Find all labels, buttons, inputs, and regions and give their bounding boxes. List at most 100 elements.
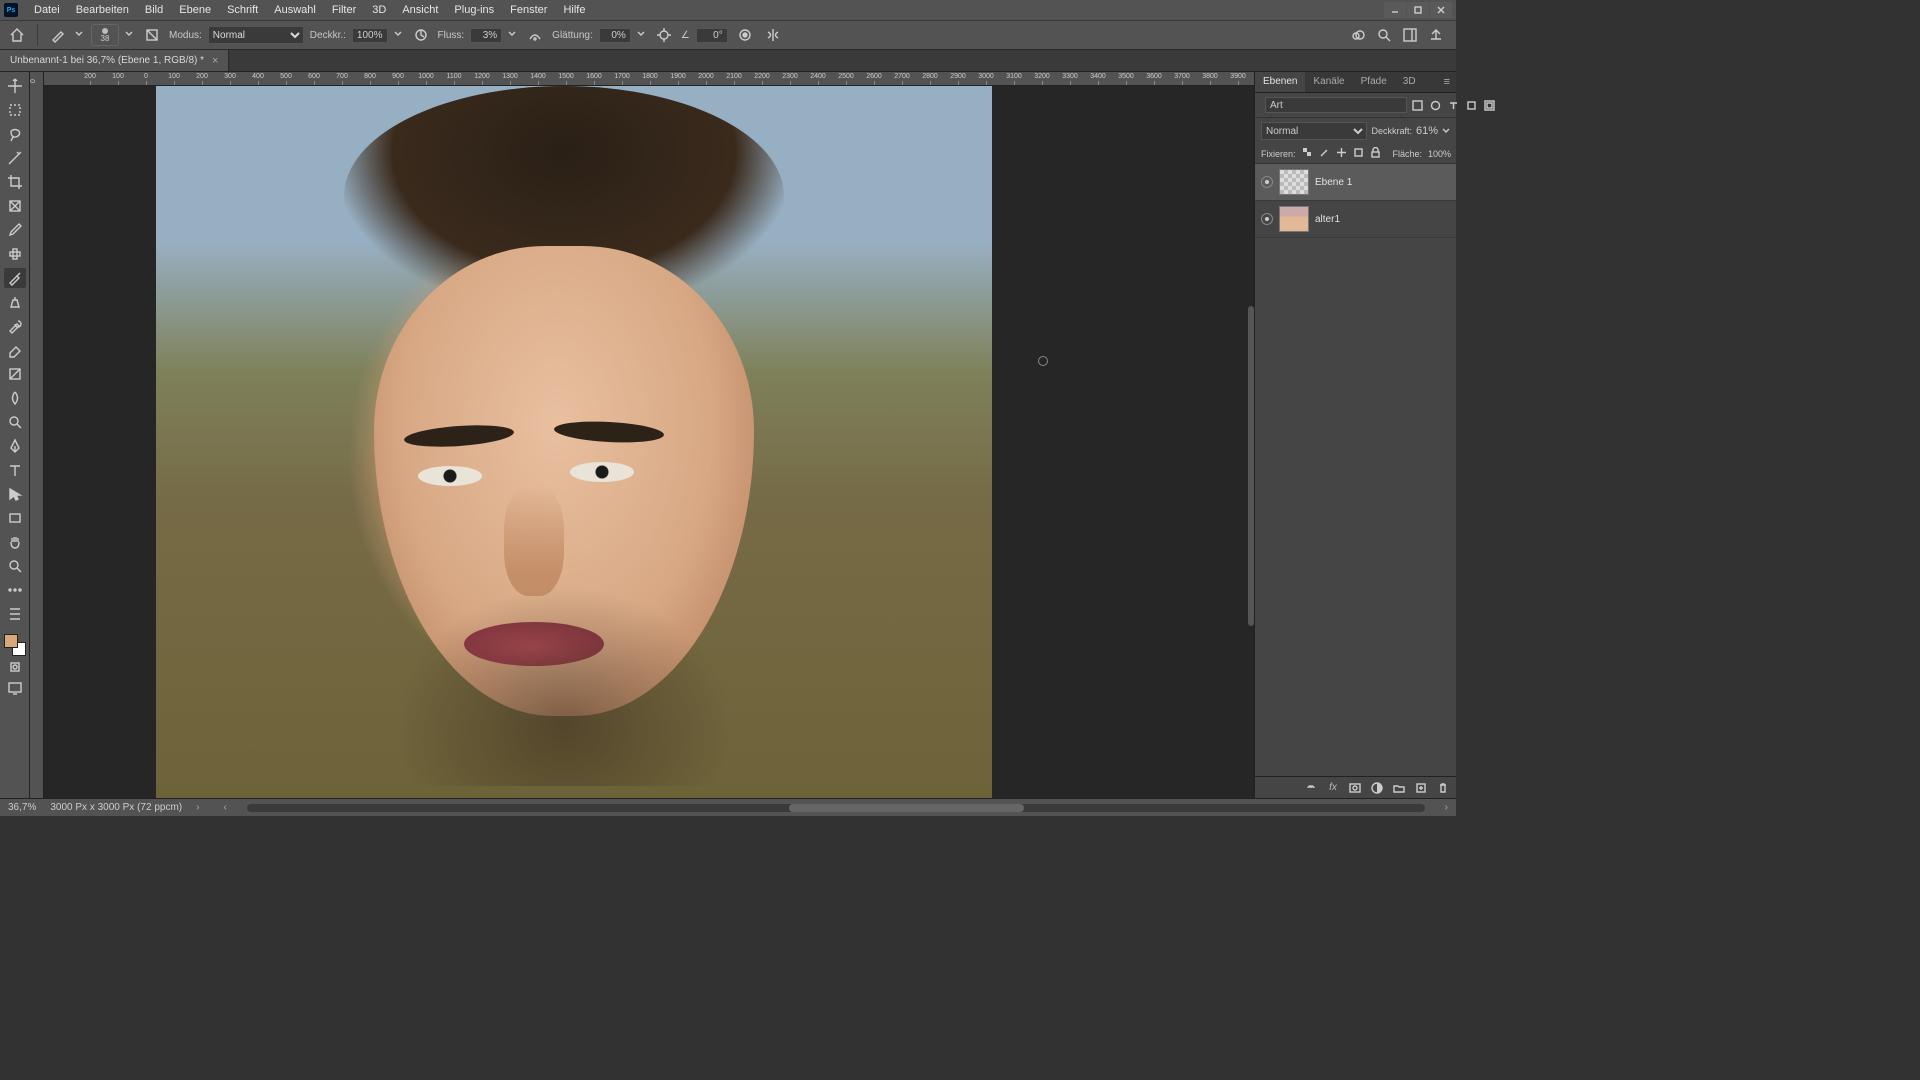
tab-layers[interactable]: Ebenen xyxy=(1255,72,1305,92)
layer-thumbnail[interactable] xyxy=(1279,169,1309,195)
airbrush-icon[interactable] xyxy=(524,24,546,46)
move-tool[interactable] xyxy=(4,76,26,96)
menu-image[interactable]: Bild xyxy=(137,2,171,18)
layer-row[interactable]: alter1 xyxy=(1255,201,1456,238)
layer-mask-icon[interactable] xyxy=(1348,781,1362,795)
smoothing-value[interactable]: 0% xyxy=(599,28,631,43)
menu-filter[interactable]: Filter xyxy=(324,2,364,18)
gradient-tool[interactable] xyxy=(4,364,26,384)
group-icon[interactable] xyxy=(1392,781,1406,795)
lock-all-icon[interactable] xyxy=(1370,147,1381,160)
close-icon[interactable]: × xyxy=(212,55,218,67)
healing-brush-tool[interactable] xyxy=(4,244,26,264)
pen-tool[interactable] xyxy=(4,436,26,456)
chevron-down-icon[interactable] xyxy=(637,30,647,40)
opacity-value[interactable]: 100% xyxy=(352,28,388,43)
lasso-tool[interactable] xyxy=(4,124,26,144)
chevron-left-icon[interactable]: ‹ xyxy=(223,802,226,813)
tab-paths[interactable]: Pfade xyxy=(1353,72,1395,92)
canvas[interactable] xyxy=(44,86,1254,798)
panel-menu-icon[interactable]: ≡ xyxy=(1438,72,1456,92)
chevron-down-icon[interactable] xyxy=(1442,127,1450,135)
document-tab[interactable]: Unbenannt-1 bei 36,7% (Ebene 1, RGB/8) *… xyxy=(0,50,229,71)
chevron-down-icon[interactable] xyxy=(75,30,85,40)
vertical-scrollbar[interactable] xyxy=(1248,306,1254,626)
history-brush-tool[interactable] xyxy=(4,316,26,336)
smoothing-options-icon[interactable] xyxy=(653,24,675,46)
filter-adjust-icon[interactable] xyxy=(1429,99,1441,111)
tab-3d[interactable]: 3D xyxy=(1395,72,1424,92)
vertical-ruler[interactable]: 0 xyxy=(30,72,44,798)
layer-opacity-value[interactable]: 61% xyxy=(1416,125,1438,137)
eyedropper-tool[interactable] xyxy=(4,220,26,240)
chevron-down-icon[interactable] xyxy=(125,30,135,40)
brush-tool[interactable] xyxy=(4,268,26,288)
share-icon[interactable] xyxy=(1428,27,1444,43)
chevron-right-icon[interactable]: › xyxy=(1445,802,1448,813)
fill-value[interactable]: 100% xyxy=(1428,149,1451,159)
frame-tool[interactable] xyxy=(4,196,26,216)
minimize-button[interactable] xyxy=(1384,2,1406,18)
foreground-color-swatch[interactable] xyxy=(4,634,18,648)
lock-pixels-icon[interactable] xyxy=(1319,147,1330,160)
search-icon[interactable] xyxy=(1376,27,1392,43)
menu-view[interactable]: Ansicht xyxy=(394,2,446,18)
horizontal-scrollbar[interactable] xyxy=(247,804,1425,812)
adjustment-layer-icon[interactable] xyxy=(1370,781,1384,795)
home-icon[interactable] xyxy=(6,24,28,46)
marquee-tool[interactable] xyxy=(4,100,26,120)
chevron-down-icon[interactable] xyxy=(508,30,518,40)
tab-channels[interactable]: Kanäle xyxy=(1305,72,1352,92)
menu-plugins[interactable]: Plug-ins xyxy=(446,2,502,18)
lock-position-icon[interactable] xyxy=(1336,147,1347,160)
menu-help[interactable]: Hilfe xyxy=(555,2,593,18)
horizontal-ruler[interactable]: 2001000100200300400500600700800900100011… xyxy=(44,72,1254,86)
menu-select[interactable]: Auswahl xyxy=(266,2,324,18)
edit-toolbar-icon[interactable] xyxy=(4,604,26,624)
quickmask-icon[interactable] xyxy=(9,660,20,674)
workspace-icon[interactable] xyxy=(1402,27,1418,43)
menu-type[interactable]: Schrift xyxy=(219,2,266,18)
dodge-tool[interactable] xyxy=(4,412,26,432)
screen-mode-icon[interactable] xyxy=(4,678,26,698)
layer-blend-select[interactable]: Normal xyxy=(1261,122,1367,140)
layer-row[interactable]: Ebene 1 xyxy=(1255,164,1456,201)
visibility-toggle-icon[interactable] xyxy=(1261,176,1273,188)
layer-fx-icon[interactable]: fx xyxy=(1326,781,1340,795)
menu-window[interactable]: Fenster xyxy=(502,2,555,18)
document-dimensions[interactable]: 3000 Px x 3000 Px (72 ppcm) xyxy=(50,802,182,813)
zoom-tool[interactable] xyxy=(4,556,26,576)
menu-edit[interactable]: Bearbeiten xyxy=(68,2,137,18)
menu-layer[interactable]: Ebene xyxy=(171,2,219,18)
more-tools-icon[interactable] xyxy=(4,580,26,600)
brush-settings-icon[interactable] xyxy=(141,24,163,46)
close-button[interactable] xyxy=(1430,2,1452,18)
layer-filter-input[interactable] xyxy=(1265,97,1407,113)
layer-name[interactable]: Ebene 1 xyxy=(1315,177,1352,188)
hand-tool[interactable] xyxy=(4,532,26,552)
brush-preset-picker[interactable]: 38 xyxy=(91,24,119,46)
menu-file[interactable]: Datei xyxy=(26,2,68,18)
lock-transparency-icon[interactable] xyxy=(1302,147,1313,160)
filter-smart-icon[interactable] xyxy=(1483,99,1495,111)
filter-pixel-icon[interactable] xyxy=(1411,99,1423,111)
color-swatches[interactable] xyxy=(4,634,26,656)
layer-name[interactable]: alter1 xyxy=(1315,214,1340,225)
path-selection-tool[interactable] xyxy=(4,484,26,504)
clone-stamp-tool[interactable] xyxy=(4,292,26,312)
cloud-docs-icon[interactable] xyxy=(1350,27,1366,43)
new-layer-icon[interactable] xyxy=(1414,781,1428,795)
scrollbar-thumb[interactable] xyxy=(789,804,1025,812)
blend-mode-select[interactable]: Normal xyxy=(208,26,304,44)
layer-thumbnail[interactable] xyxy=(1279,206,1309,232)
eraser-tool[interactable] xyxy=(4,340,26,360)
menu-3d[interactable]: 3D xyxy=(364,2,394,18)
pressure-opacity-icon[interactable] xyxy=(410,24,432,46)
crop-tool[interactable] xyxy=(4,172,26,192)
zoom-level[interactable]: 36,7% xyxy=(8,802,36,813)
maximize-button[interactable] xyxy=(1407,2,1429,18)
type-tool[interactable] xyxy=(4,460,26,480)
filter-type-icon[interactable] xyxy=(1447,99,1459,111)
tool-preset-icon[interactable] xyxy=(47,24,69,46)
filter-shape-icon[interactable] xyxy=(1465,99,1477,111)
